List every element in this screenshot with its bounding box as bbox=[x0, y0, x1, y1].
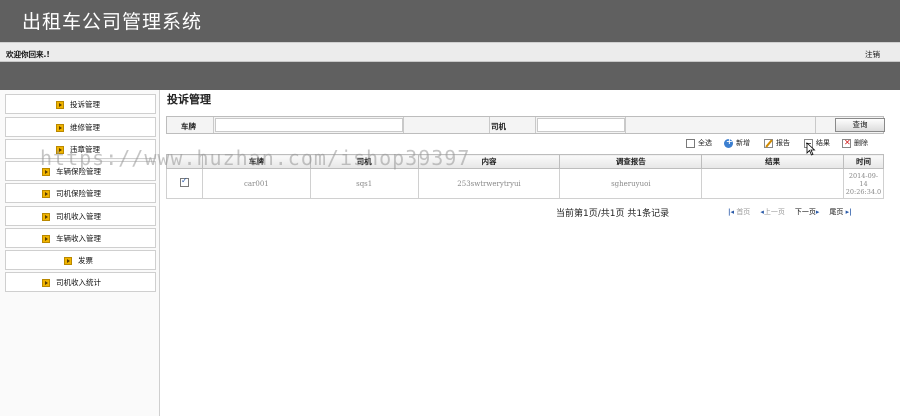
add-icon bbox=[724, 137, 733, 148]
sidebar-item-driver-income[interactable]: 司机收入管理 bbox=[5, 206, 156, 226]
sidebar-item-vehicle-insurance[interactable]: 车辆保险管理 bbox=[5, 161, 156, 181]
arrow-right-icon bbox=[42, 278, 50, 287]
column-header: 时间 bbox=[842, 154, 885, 169]
last-page-link[interactable]: 尾页 ▸| bbox=[829, 207, 851, 217]
sidebar-item-label: 违章管理 bbox=[70, 145, 100, 154]
sidebar-item-label: 车辆保险管理 bbox=[56, 167, 101, 176]
arrow-right-icon bbox=[64, 256, 72, 265]
plate-input-field[interactable] bbox=[216, 119, 402, 131]
page-title: 投诉管理 bbox=[167, 93, 211, 106]
prev-page-label: 上一页 bbox=[763, 208, 785, 216]
delete-label: 删除 bbox=[854, 139, 868, 147]
sidebar-item-vehicle-income[interactable]: 车辆收入管理 bbox=[5, 228, 156, 248]
row-select-cell[interactable] bbox=[166, 168, 203, 199]
arrow-right-icon bbox=[56, 123, 64, 132]
time-line: 2014-09- bbox=[848, 171, 879, 180]
driver-input[interactable] bbox=[537, 118, 625, 132]
query-button[interactable]: 查询 bbox=[835, 118, 885, 132]
time-cell: 2014-09- 14 20:26:34.0 bbox=[842, 168, 885, 199]
mouse-cursor-icon bbox=[806, 142, 816, 156]
first-page-label: 首页 bbox=[736, 208, 751, 216]
result-cell bbox=[701, 168, 844, 199]
column-header: 调查报告 bbox=[559, 154, 703, 169]
driver-input-field[interactable] bbox=[538, 119, 624, 131]
sidebar-item-driver-insurance[interactable]: 司机保险管理 bbox=[5, 183, 156, 203]
arrow-right-icon bbox=[42, 189, 50, 198]
add-label: 新增 bbox=[736, 139, 750, 147]
delete-icon bbox=[842, 138, 851, 148]
column-header: 车牌 bbox=[201, 154, 311, 169]
complaint-table: 车牌 司机 内容 调查报告 结果 时间 car001 sqs1 253swtrw… bbox=[166, 154, 885, 199]
pager: |◂ 首页 ◂上一页 下一页▸ 尾页 ▸| bbox=[728, 207, 862, 217]
pager-info: 当前第1页/共1页 共1条记录 bbox=[556, 209, 670, 219]
add-button[interactable]: 新增 bbox=[724, 137, 750, 148]
arrow-right-icon bbox=[42, 167, 50, 176]
arrow-right-icon bbox=[42, 234, 50, 243]
driver-label: 司机 bbox=[491, 122, 506, 131]
last-page-label: 尾页 bbox=[829, 208, 844, 216]
sidebar: 投诉管理 维修管理 违章管理 车辆保险管理 司机保险管理 司机收入管理 车辆收入… bbox=[0, 90, 160, 416]
select-all-button[interactable]: 全选 bbox=[686, 138, 712, 148]
sidebar-item-invoice[interactable]: 发票 bbox=[5, 250, 156, 270]
sidebar-item-label: 发票 bbox=[78, 256, 93, 265]
logout-link[interactable]: 注销 bbox=[865, 49, 880, 60]
prev-page-link[interactable]: ◂上一页 bbox=[760, 207, 785, 217]
sidebar-item-driver-income-stats[interactable]: 司机收入统计 bbox=[5, 272, 156, 292]
column-header: 内容 bbox=[417, 154, 561, 169]
sidebar-item-complaint[interactable]: 投诉管理 bbox=[5, 94, 156, 114]
last-page-icon: ▸| bbox=[845, 208, 852, 216]
arrow-right-icon bbox=[56, 145, 64, 154]
row-checkbox[interactable] bbox=[179, 176, 189, 187]
column-header bbox=[166, 154, 203, 169]
header-band bbox=[0, 62, 900, 90]
report-button[interactable]: 报告 bbox=[764, 138, 790, 148]
result-label: 结果 bbox=[816, 139, 830, 147]
toolbar: 全选 新增 报告 结果 删除 bbox=[686, 137, 886, 150]
time-line: 14 bbox=[859, 179, 868, 188]
report-label: 报告 bbox=[776, 139, 790, 147]
first-page-link[interactable]: |◂ 首页 bbox=[728, 207, 750, 217]
plate-cell: car001 bbox=[201, 168, 311, 199]
sidebar-item-label: 维修管理 bbox=[70, 123, 100, 132]
sidebar-item-label: 投诉管理 bbox=[70, 100, 100, 109]
arrow-right-icon bbox=[56, 100, 64, 109]
report-cell: sgheruyuoi bbox=[559, 168, 703, 199]
column-header: 司机 bbox=[309, 154, 419, 169]
driver-cell: sqs1 bbox=[309, 168, 419, 199]
next-page-link[interactable]: 下一页▸ bbox=[795, 207, 820, 217]
column-header: 结果 bbox=[701, 154, 844, 169]
arrow-right-icon bbox=[42, 212, 50, 221]
next-page-icon: ▸ bbox=[815, 208, 820, 216]
search-form: 车牌 司机 查询 bbox=[166, 116, 885, 134]
next-page-label: 下一页 bbox=[794, 208, 816, 216]
welcome-bar: 欢迎你回来.! 注销 bbox=[0, 42, 900, 62]
sidebar-item-label: 司机收入统计 bbox=[56, 278, 101, 287]
first-page-icon: |◂ bbox=[728, 208, 735, 216]
table-row[interactable]: car001 sqs1 253swtrwerytryui sgheruyuoi … bbox=[166, 168, 885, 199]
sidebar-item-label: 司机收入管理 bbox=[56, 212, 101, 221]
sidebar-item-violation[interactable]: 违章管理 bbox=[5, 139, 156, 159]
checkbox-icon bbox=[686, 138, 695, 148]
app-title: 出租车公司管理系统 bbox=[22, 11, 203, 33]
table-header-row: 车牌 司机 内容 调查报告 结果 时间 bbox=[166, 154, 885, 169]
delete-button[interactable]: 删除 bbox=[842, 138, 868, 148]
welcome-text: 欢迎你回来.! bbox=[6, 50, 50, 59]
sidebar-item-label: 车辆收入管理 bbox=[56, 234, 101, 243]
content-cell: 253swtrwerytryui bbox=[417, 168, 561, 199]
time-line: 20:26:34.0 bbox=[845, 187, 882, 196]
plate-input[interactable] bbox=[215, 118, 403, 132]
sidebar-item-repair[interactable]: 维修管理 bbox=[5, 117, 156, 137]
edit-report-icon bbox=[764, 138, 773, 148]
app-header: 出租车公司管理系统 bbox=[0, 0, 900, 42]
select-all-label: 全选 bbox=[698, 139, 712, 147]
sidebar-item-label: 司机保险管理 bbox=[56, 189, 101, 198]
plate-label: 车牌 bbox=[181, 122, 196, 131]
